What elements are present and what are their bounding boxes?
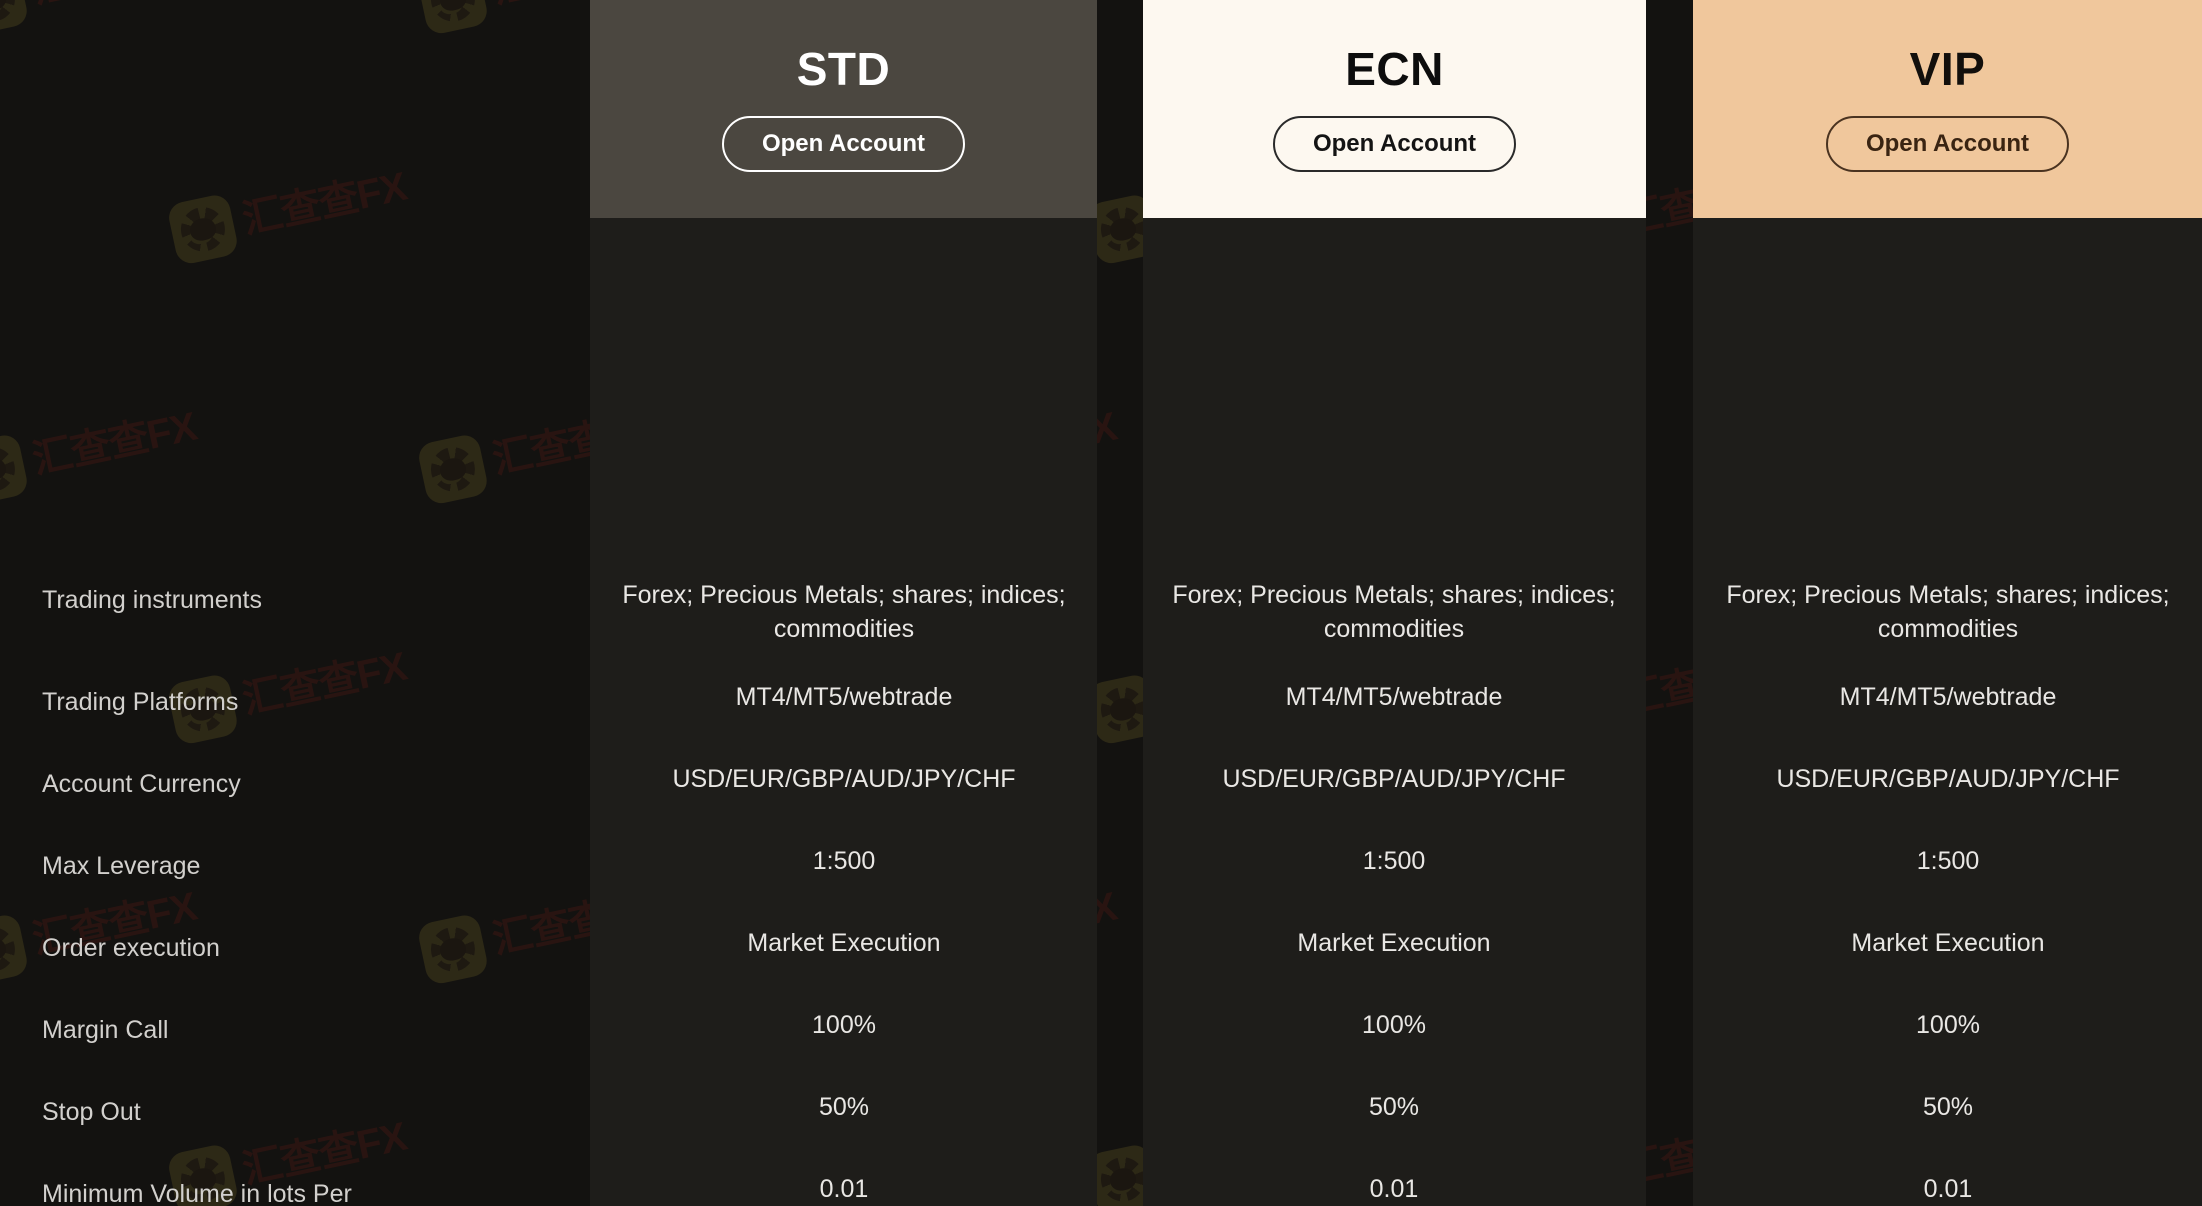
watermark: 汇查查FX [0, 0, 202, 37]
row-value-vip: 0.01 [1923, 1175, 1973, 1203]
row-label: Trading Platforms [42, 688, 239, 716]
row-value-std: 50% [818, 1093, 870, 1121]
column-title-vip: VIP [1909, 43, 1986, 95]
row-value-std: Market Execution [747, 929, 941, 957]
row-value-std: 1:500 [812, 847, 876, 875]
aperture-swirl-logo-icon [416, 0, 490, 37]
open-account-button-std[interactable]: Open Account [721, 116, 966, 172]
column-title-std: STD [796, 43, 891, 95]
row-value-ecn: Forex; Precious Metals; shares; indices;… [1172, 581, 1616, 643]
row-value-ecn: Market Execution [1297, 929, 1491, 957]
row-label: Account Currency [42, 770, 241, 798]
row-label: Stop Out [42, 1098, 141, 1126]
comparison-grid: Trading instruments Forex; Precious Metal… [0, 218, 2202, 1206]
row-value-std: Forex; Precious Metals; shares; indices;… [622, 581, 1066, 643]
column-header-vip: VIP Open Account [1693, 0, 2202, 218]
row-value-vip: MT4/MT5/webtrade [1839, 683, 2057, 711]
row-value-ecn: MT4/MT5/webtrade [1285, 683, 1503, 711]
row-label: Minimum Volume in lots Per Trade [42, 1180, 352, 1206]
row-value-ecn: USD/EUR/GBP/AUD/JPY/CHF [1222, 765, 1566, 793]
aperture-swirl-logo-icon [0, 0, 30, 37]
row-value-vip: 100% [1916, 1011, 1980, 1039]
column-header-ecn: ECN Open Account [1143, 0, 1646, 218]
row-value-ecn: 1:500 [1362, 847, 1426, 875]
row-label: Margin Call [42, 1016, 169, 1044]
row-value-vip: 50% [1922, 1093, 1974, 1121]
row-label: Max Leverage [42, 852, 201, 880]
column-header-std: STD Open Account [590, 0, 1097, 218]
comparison-table-page: 汇查查FX汇查查FX汇查查FX汇查查FX汇查查FX汇查查FX汇查查FX汇查查FX… [0, 0, 2202, 1206]
row-value-ecn: 50% [1368, 1093, 1420, 1121]
row-value-std: USD/EUR/GBP/AUD/JPY/CHF [672, 765, 1016, 793]
row-value-ecn: 0.01 [1369, 1175, 1419, 1203]
row-label: Order execution [42, 934, 220, 962]
row-value-ecn: 100% [1362, 1011, 1426, 1039]
row-value-vip: USD/EUR/GBP/AUD/JPY/CHF [1776, 765, 2120, 793]
row-value-std: 0.01 [819, 1175, 869, 1203]
row-value-vip: Market Execution [1851, 929, 2045, 957]
watermark-text: 汇查查FX [28, 0, 200, 12]
row-value-vip: Forex; Precious Metals; shares; indices;… [1726, 581, 2170, 643]
open-account-button-vip[interactable]: Open Account [1825, 116, 2070, 172]
row-value-vip: 1:500 [1916, 847, 1980, 875]
open-account-button-ecn[interactable]: Open Account [1272, 116, 1517, 172]
row-value-std: MT4/MT5/webtrade [735, 683, 953, 711]
column-title-ecn: ECN [1345, 43, 1444, 95]
row-value-std: 100% [812, 1011, 876, 1039]
row-label: Trading instruments [42, 586, 262, 614]
